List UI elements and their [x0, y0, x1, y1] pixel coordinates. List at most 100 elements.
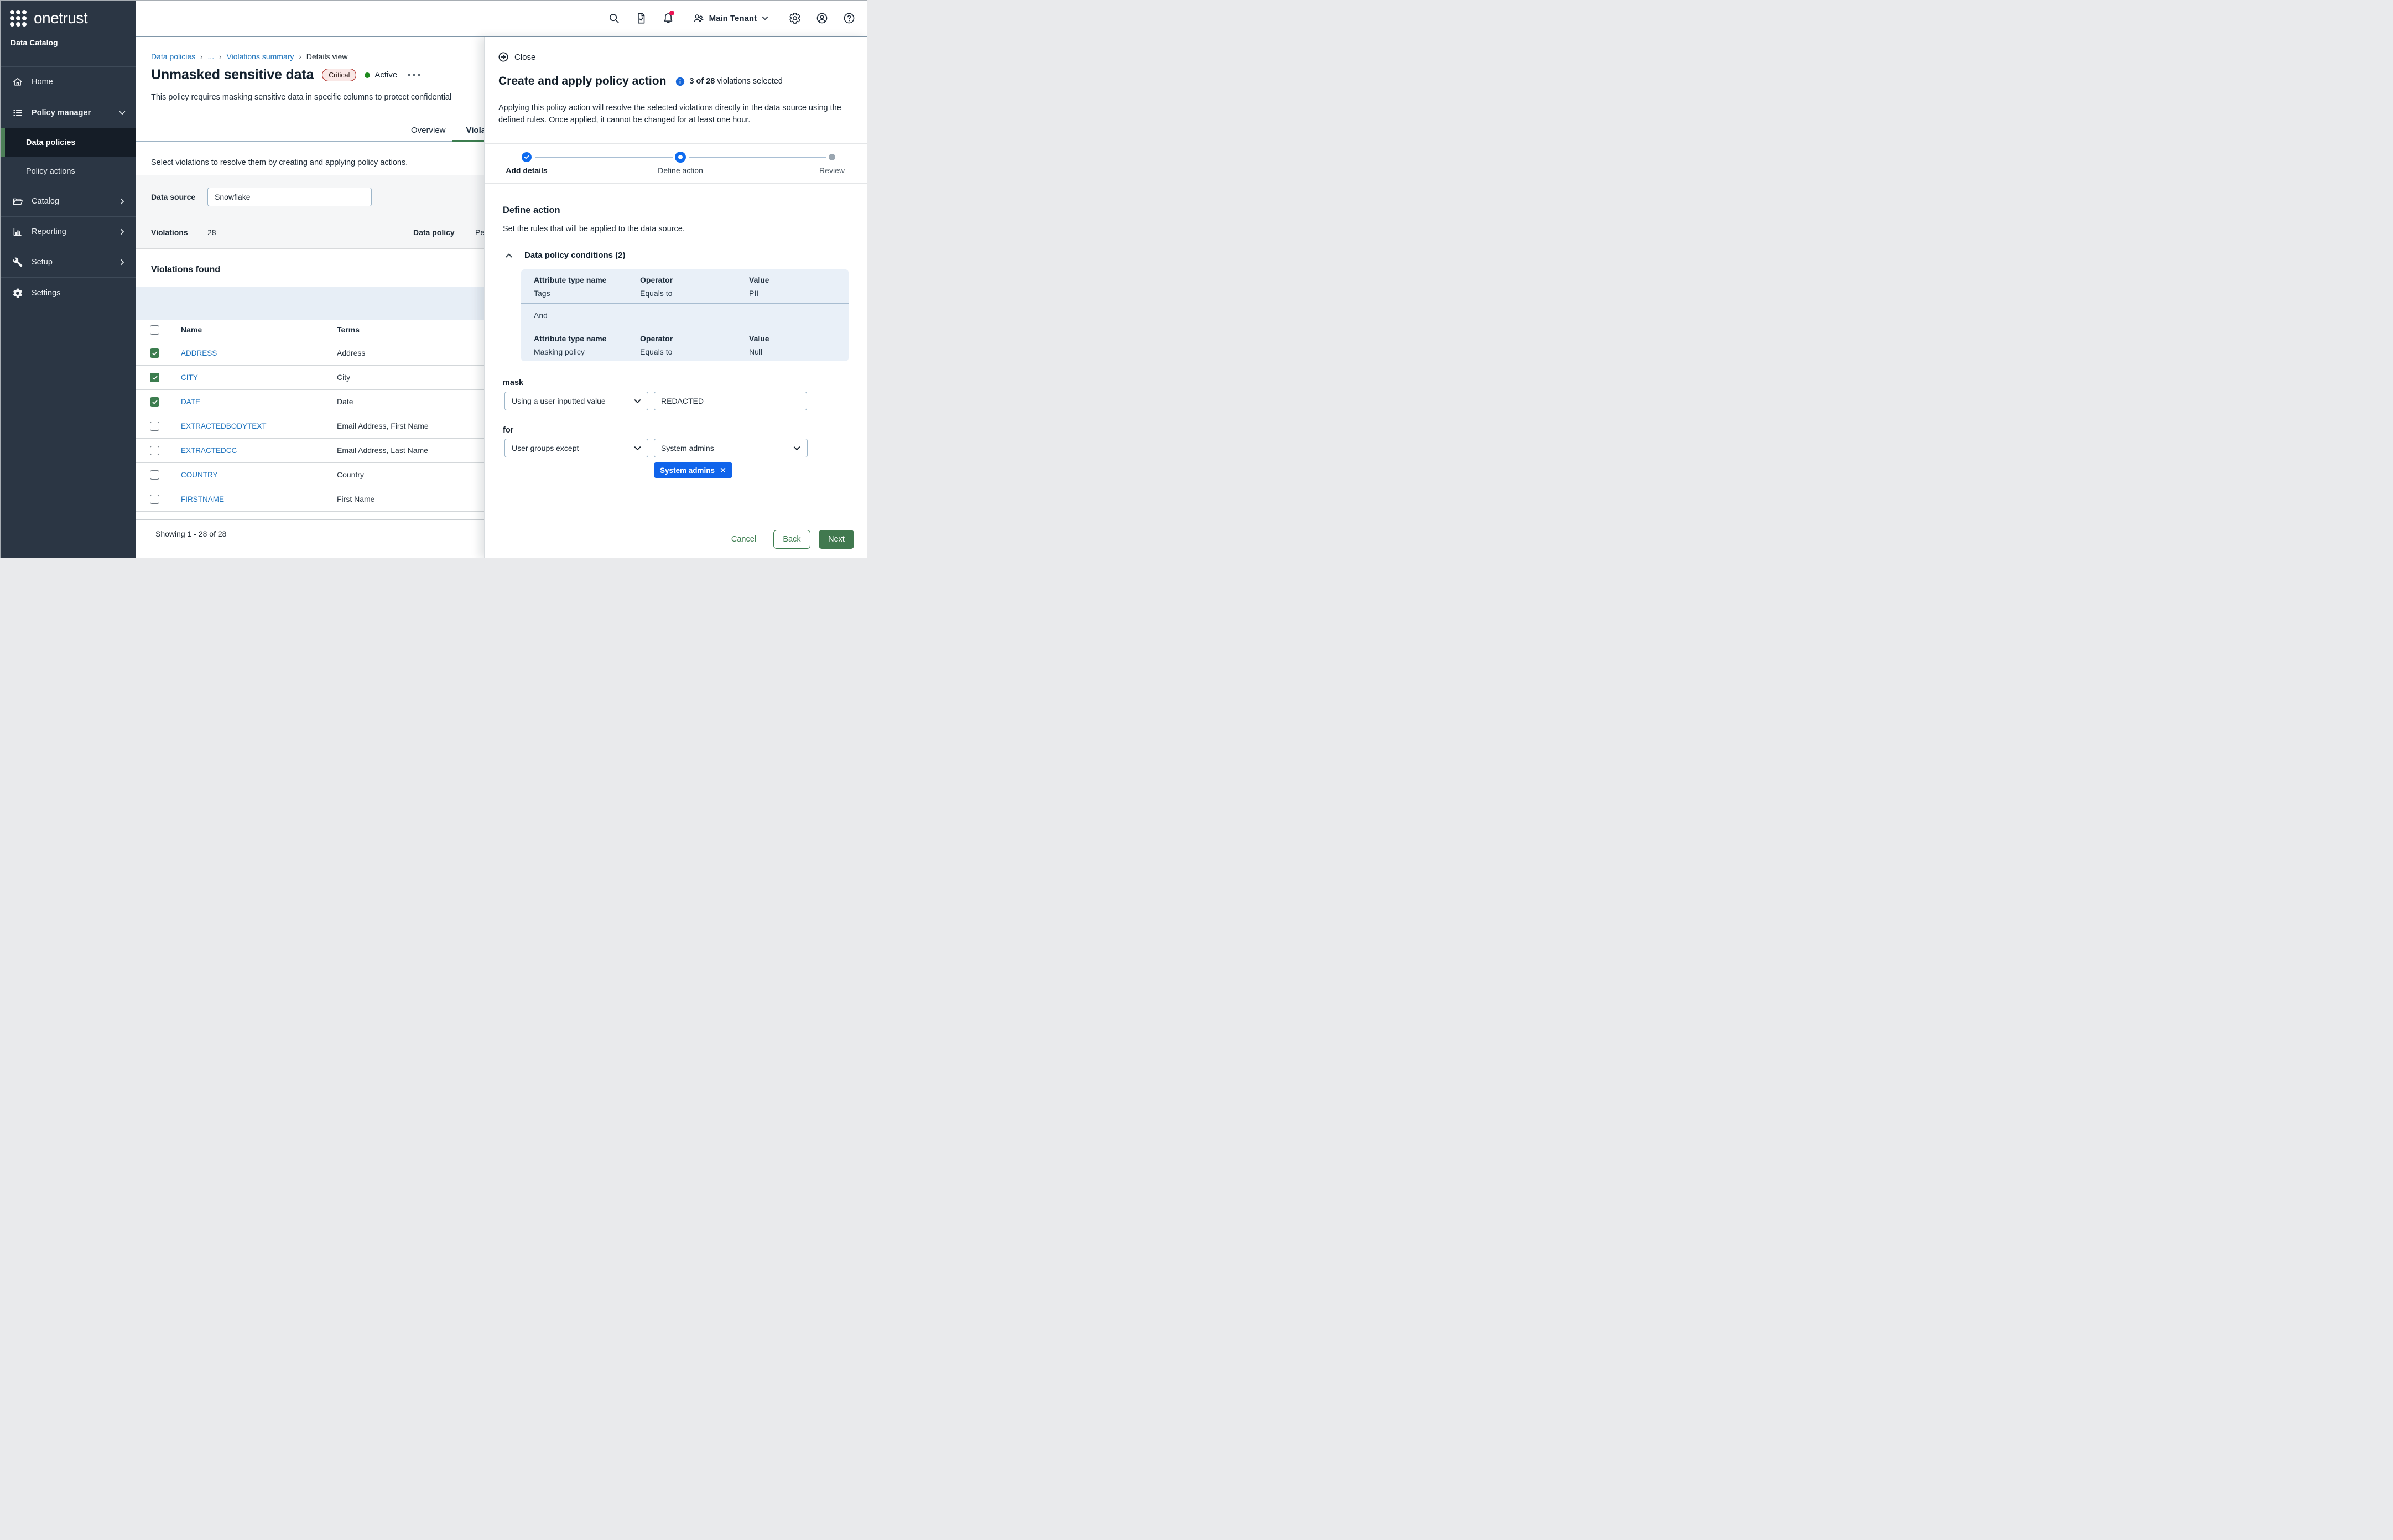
violation-terms: Address — [337, 348, 365, 357]
for-label: for — [503, 426, 513, 435]
close-panel-button[interactable]: Close — [498, 51, 535, 63]
sidebar-item-reporting[interactable]: Reporting — [1, 217, 136, 247]
notification-dot — [669, 11, 674, 15]
violation-terms: Country — [337, 470, 364, 479]
selected-group-chip[interactable]: System admins — [654, 462, 732, 478]
row-checkbox[interactable] — [150, 373, 159, 382]
cond-joiner: And — [534, 311, 548, 320]
product-name: Data Catalog — [1, 27, 136, 47]
overflow-menu-icon[interactable] — [408, 74, 420, 76]
violation-name-link[interactable]: DATE — [181, 398, 200, 406]
notifications-button[interactable] — [662, 12, 674, 24]
back-button[interactable]: Back — [773, 530, 810, 549]
violation-name-link[interactable]: EXTRACTEDBODYTEXT — [181, 422, 267, 430]
sidebar-item-label: Reporting — [32, 227, 66, 236]
violation-name-link[interactable]: EXTRACTEDCC — [181, 446, 237, 455]
document-check-icon — [635, 12, 647, 24]
active-status-dot-icon — [365, 72, 370, 78]
step-complete-icon — [522, 152, 532, 162]
data-source-input[interactable] — [207, 188, 372, 206]
violation-terms: City — [337, 373, 350, 382]
mask-value-input[interactable] — [654, 392, 807, 410]
row-checkbox[interactable] — [150, 422, 159, 431]
step-connector — [535, 157, 673, 158]
breadcrumb-link[interactable]: Data policies — [151, 52, 195, 61]
cond-value: Equals to — [640, 289, 672, 298]
tab-overview[interactable]: Overview — [411, 126, 446, 139]
brand-logo: onetrust — [1, 1, 136, 27]
sidebar-item-policy-manager[interactable]: Policy manager — [1, 97, 136, 128]
status-text: Active — [374, 70, 397, 80]
cancel-button[interactable]: Cancel — [731, 535, 756, 544]
violation-name-link[interactable]: FIRSTNAME — [181, 495, 224, 503]
panel-footer: Cancel Back Next — [485, 519, 867, 558]
selected-count-rest: violations selected — [715, 77, 783, 86]
global-settings-button[interactable] — [789, 12, 801, 24]
pagination-text: Showing 1 - 28 of 28 — [155, 529, 226, 538]
conditions-toggle[interactable]: Data policy conditions (2) — [504, 251, 626, 260]
tenant-switcher[interactable]: Main Tenant — [693, 12, 769, 24]
row-checkbox[interactable] — [150, 397, 159, 407]
row-checkbox[interactable] — [150, 495, 159, 504]
for-method-dropdown[interactable]: User groups except — [504, 439, 648, 457]
for-groups-dropdown[interactable]: System admins — [654, 439, 808, 457]
violation-terms: Email Address, Last Name — [337, 446, 428, 455]
help-button[interactable] — [843, 12, 855, 24]
panel-intro: Applying this policy action will resolve… — [498, 102, 852, 126]
row-checkbox[interactable] — [150, 446, 159, 455]
sidebar-nav: Home Policy manager Data policies Policy… — [1, 66, 136, 308]
brand-logo-text: onetrust — [34, 9, 87, 27]
chevron-down-icon — [118, 109, 126, 117]
for-method-value: User groups except — [512, 444, 579, 452]
violation-name-link[interactable]: CITY — [181, 373, 198, 382]
status-badge: Active — [365, 70, 397, 80]
cond-header-value: Value — [749, 334, 769, 343]
data-source-label: Data source — [151, 192, 195, 201]
cond-header-operator: Operator — [640, 275, 673, 284]
sidebar-item-policy-actions[interactable]: Policy actions — [1, 157, 136, 186]
breadcrumb-current: Details view — [306, 52, 348, 61]
search-button[interactable] — [608, 12, 620, 24]
step-label-add-details: Add details — [493, 166, 560, 175]
sidebar-item-home[interactable]: Home — [1, 67, 136, 97]
sidebar: onetrust Data Catalog Home Policy manage… — [1, 1, 136, 558]
sidebar-item-data-policies[interactable]: Data policies — [1, 128, 136, 157]
sidebar-item-label: Setup — [32, 258, 53, 267]
policy-description: This policy requires masking sensitive d… — [151, 93, 451, 102]
breadcrumb-link[interactable]: Violations summary — [227, 52, 294, 61]
sidebar-item-settings[interactable]: Settings — [1, 278, 136, 308]
remove-chip-icon[interactable] — [720, 467, 726, 474]
info-icon — [675, 77, 685, 86]
bar-chart-icon — [12, 226, 23, 237]
cond-header-attribute: Attribute type name — [534, 275, 606, 284]
sidebar-item-setup[interactable]: Setup — [1, 247, 136, 278]
next-button[interactable]: Next — [819, 530, 854, 549]
violation-name-link[interactable]: ADDRESS — [181, 349, 217, 357]
sidebar-item-catalog[interactable]: Catalog — [1, 186, 136, 217]
violation-terms: Date — [337, 397, 353, 406]
breadcrumb-ellipsis-link[interactable]: ... — [208, 52, 215, 61]
chevron-right-icon — [118, 228, 126, 236]
chevron-down-icon — [761, 14, 769, 22]
selected-count-bold: 3 of 28 — [689, 77, 715, 86]
select-all-checkbox[interactable] — [150, 325, 159, 335]
conditions-table: Attribute type name Operator Value Tags … — [521, 269, 849, 361]
step-current-icon — [675, 152, 686, 163]
mask-method-value: Using a user inputted value — [512, 397, 606, 405]
column-header-terms: Terms — [337, 325, 360, 334]
account-button[interactable] — [816, 12, 828, 24]
cond-header-attribute: Attribute type name — [534, 334, 606, 343]
tasks-button[interactable] — [635, 12, 647, 24]
cond-value: Masking policy — [534, 347, 585, 356]
divider — [485, 183, 867, 184]
mask-method-dropdown[interactable]: Using a user inputted value — [504, 392, 648, 410]
cond-divider — [521, 303, 849, 304]
row-checkbox[interactable] — [150, 470, 159, 480]
topbar: Main Tenant — [136, 1, 867, 37]
title-row: Unmasked sensitive data Critical Active — [151, 67, 420, 83]
step-label-define-action: Define action — [647, 166, 714, 175]
chevron-up-icon — [504, 251, 513, 260]
violation-terms: First Name — [337, 495, 374, 503]
row-checkbox[interactable] — [150, 348, 159, 358]
violation-name-link[interactable]: COUNTRY — [181, 471, 218, 479]
